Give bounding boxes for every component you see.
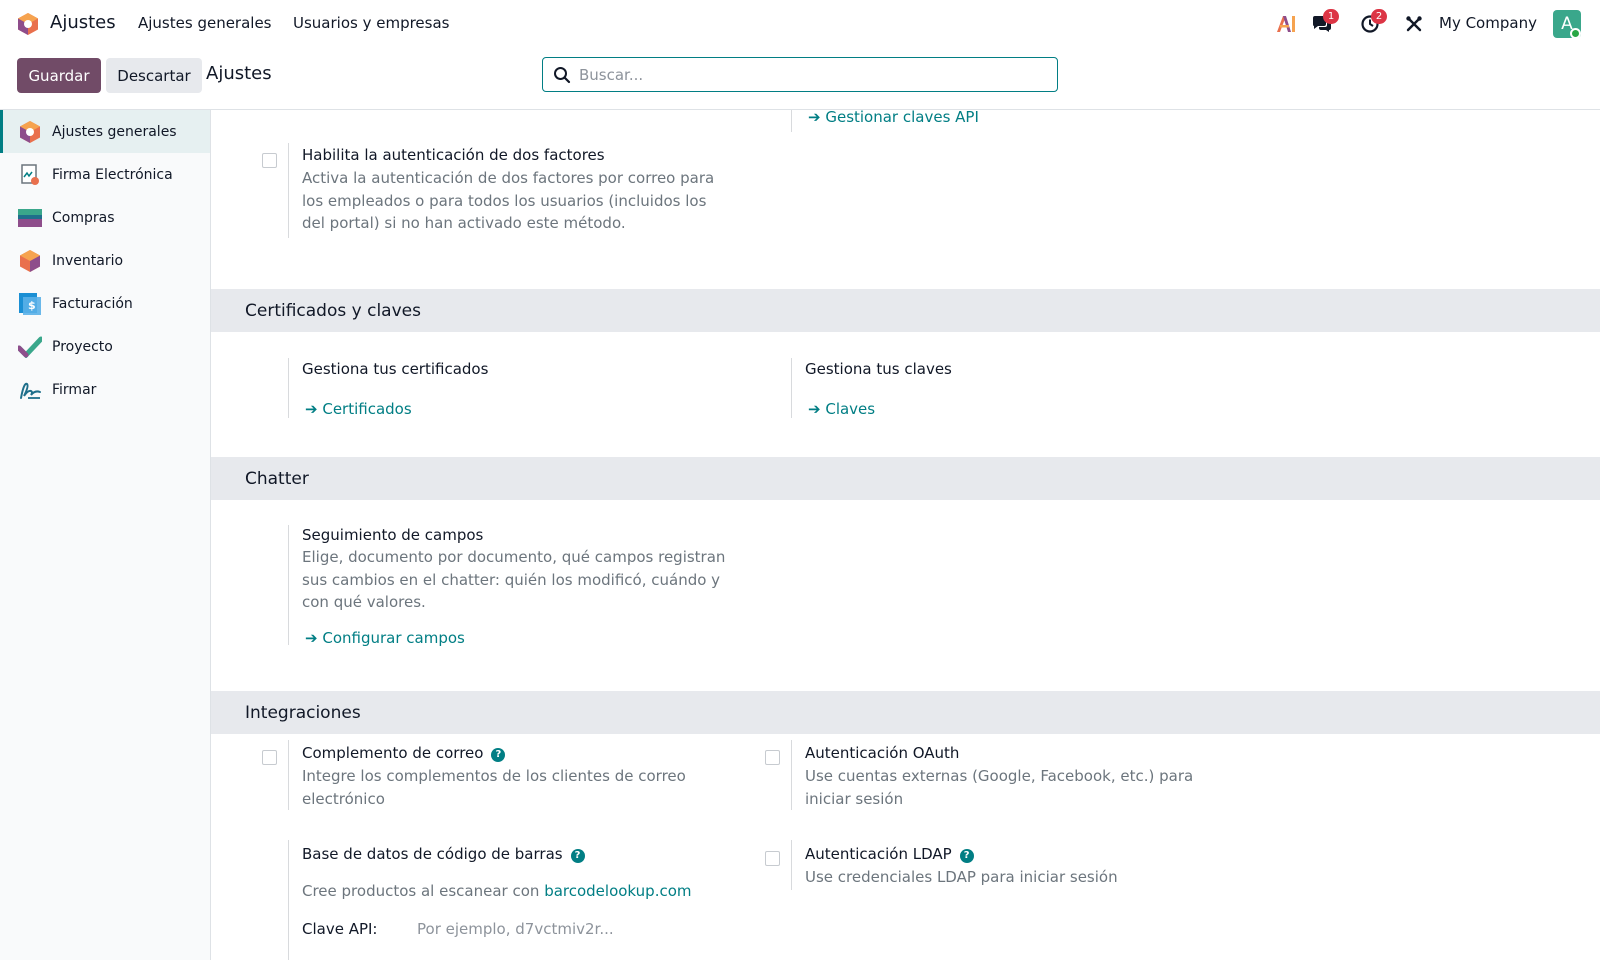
online-status-indicator <box>1570 28 1581 39</box>
field-tracking-title: Seguimiento de campos <box>302 526 484 544</box>
sidebar-item-general-settings[interactable]: Ajustes generales <box>0 110 210 153</box>
sidebar-item-label: Firmar <box>52 381 97 398</box>
purchase-icon <box>18 206 42 230</box>
sign-icon <box>18 378 42 402</box>
settings-app-logo-icon[interactable] <box>17 12 39 36</box>
ldap-description: Use credenciales LDAP para iniciar sesió… <box>805 868 1118 886</box>
sidebar-item-label: Ajustes generales <box>52 123 177 140</box>
configure-fields-link[interactable]: ➔ Configurar campos <box>305 629 465 647</box>
help-icon[interactable]: ? <box>959 848 974 863</box>
app-name[interactable]: Ajustes <box>50 12 116 33</box>
inventory-icon <box>18 249 42 273</box>
sidebar-item-label: Firma Electrónica <box>52 166 173 183</box>
settings-sidebar: Ajustes generales Firma Electrónica Comp… <box>0 110 211 960</box>
menu-users-companies[interactable]: Usuarios y empresas <box>293 14 449 32</box>
project-icon <box>18 335 42 359</box>
sidebar-item-label: Proyecto <box>52 338 113 355</box>
section-heading-chatter: Chatter <box>211 457 1600 500</box>
section-heading-certificates: Certificados y claves <box>211 289 1600 332</box>
divider <box>288 525 289 645</box>
two-factor-title: Habilita la autenticación de dos factore… <box>302 146 605 164</box>
help-icon[interactable]: ? <box>570 848 585 863</box>
sidebar-item-purchase[interactable]: Compras <box>0 196 210 239</box>
sidebar-item-project[interactable]: Proyecto <box>0 325 210 368</box>
divider <box>791 840 792 890</box>
field-tracking-description: Elige, documento por documento, qué camp… <box>302 548 726 611</box>
settings-app-icon <box>18 120 42 144</box>
activities-clock-icon[interactable]: 2 <box>1358 9 1387 36</box>
api-key-label: Clave API: <box>302 920 378 938</box>
sidebar-item-electronic-signature[interactable]: Firma Electrónica <box>0 153 210 196</box>
svg-text:$: $ <box>28 299 36 312</box>
sidebar-item-label: Inventario <box>52 252 124 269</box>
oauth-title: Autenticación OAuth <box>805 744 960 762</box>
search-input[interactable] <box>579 59 1057 90</box>
certificates-title: Gestiona tus certificados <box>302 360 489 378</box>
invoicing-icon: $ <box>18 292 42 316</box>
electronic-signature-icon <box>18 163 42 187</box>
api-key-input[interactable] <box>417 920 667 938</box>
barcode-db-description: Cree productos al escanear con barcodelo… <box>302 882 692 900</box>
activities-badge: 2 <box>1371 9 1387 24</box>
divider <box>288 143 289 238</box>
mail-plugin-checkbox[interactable] <box>262 750 277 765</box>
breadcrumb: Ajustes <box>206 63 272 84</box>
sidebar-item-inventory[interactable]: Inventario <box>0 239 210 282</box>
search-icon <box>554 66 571 83</box>
divider <box>791 110 792 132</box>
oauth-description: Use cuentas externas (Google, Facebook, … <box>805 767 1194 808</box>
control-panel: Guardar Descartar Ajustes <box>0 48 1600 110</box>
divider <box>791 358 792 418</box>
debug-tools-icon[interactable] <box>1402 12 1426 36</box>
keys-title: Gestiona tus claves <box>805 360 952 378</box>
barcode-db-title: Base de datos de código de barras? <box>302 845 585 863</box>
mail-plugin-title: Complemento de correo? <box>302 744 506 762</box>
ldap-title: Autenticación LDAP? <box>805 845 974 863</box>
messages-icon[interactable]: 1 <box>1310 9 1339 36</box>
divider <box>288 840 289 960</box>
search-box[interactable] <box>542 57 1058 92</box>
settings-content: ➔ Gestionar claves API Habilita la auten… <box>211 110 1600 960</box>
certificates-link[interactable]: ➔ Certificados <box>305 400 412 418</box>
sidebar-item-label: Facturación <box>52 295 133 312</box>
discard-button[interactable]: Descartar <box>106 58 202 93</box>
divider <box>288 358 289 418</box>
divider <box>791 740 792 810</box>
divider <box>288 740 289 810</box>
keys-link[interactable]: ➔ Claves <box>808 400 875 418</box>
sidebar-item-sign[interactable]: Firmar <box>0 368 210 411</box>
two-factor-checkbox[interactable] <box>262 153 277 168</box>
top-navbar: Ajustes Ajustes generales Usuarios y emp… <box>0 0 1600 48</box>
ai-icon[interactable] <box>1274 12 1298 36</box>
manage-api-keys-link[interactable]: ➔ Gestionar claves API <box>808 110 979 126</box>
oauth-checkbox[interactable] <box>765 750 780 765</box>
help-icon[interactable]: ? <box>491 747 506 762</box>
save-button[interactable]: Guardar <box>17 58 101 93</box>
barcodelookup-link[interactable]: barcodelookup.com <box>544 882 691 900</box>
messages-badge: 1 <box>1323 9 1339 24</box>
ldap-checkbox[interactable] <box>765 851 780 866</box>
mail-plugin-description: Integre los complementos de los clientes… <box>302 767 686 808</box>
two-factor-description: Activa la autenticación de dos factores … <box>302 169 715 232</box>
menu-general-settings[interactable]: Ajustes generales <box>138 14 272 32</box>
company-switcher[interactable]: My Company <box>1439 14 1537 32</box>
section-heading-integrations: Integraciones <box>211 691 1600 734</box>
sidebar-item-invoicing[interactable]: $ Facturación <box>0 282 210 325</box>
sidebar-item-label: Compras <box>52 209 115 226</box>
